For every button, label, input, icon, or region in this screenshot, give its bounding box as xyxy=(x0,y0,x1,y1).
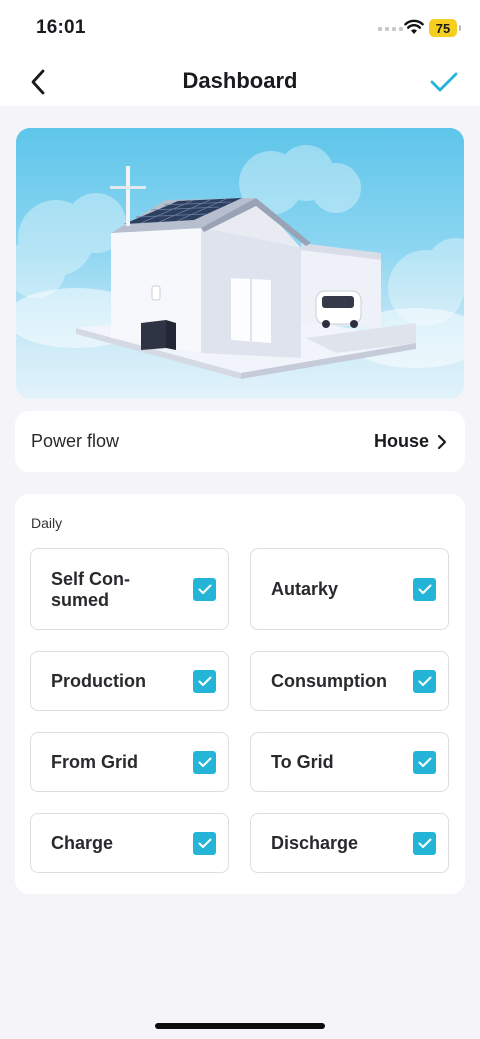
option-consumption[interactable]: Consumption xyxy=(250,651,449,711)
daily-section-label: Daily xyxy=(31,515,63,531)
option-label: Consumption xyxy=(271,671,387,691)
house-illustration xyxy=(16,128,464,399)
option-label: Charge xyxy=(51,833,114,853)
checkmark-icon xyxy=(430,72,458,92)
checkbox-checked-icon[interactable] xyxy=(193,670,216,693)
status-bar: 16:01 75 xyxy=(0,0,480,58)
checkbox-checked-icon[interactable] xyxy=(413,832,436,855)
checkbox-checked-icon[interactable] xyxy=(193,832,216,855)
option-label: Production xyxy=(51,671,146,691)
power-flow-label: Power flow xyxy=(31,431,120,451)
power-flow-value: House xyxy=(373,431,429,451)
status-time: 16:01 xyxy=(36,17,86,38)
checkbox-checked-icon[interactable] xyxy=(413,670,436,693)
option-autarky[interactable]: Autarky xyxy=(250,548,449,630)
checkbox-checked-icon[interactable] xyxy=(413,751,436,774)
confirm-button[interactable] xyxy=(428,66,460,98)
wifi-icon xyxy=(404,19,424,34)
cellular-signal-icon xyxy=(378,27,403,31)
checkbox-checked-icon[interactable] xyxy=(413,578,436,601)
option-production[interactable]: Production xyxy=(30,651,229,711)
checkbox-checked-icon[interactable] xyxy=(193,578,216,601)
option-label: From Grid xyxy=(51,752,139,772)
house-solar-illustration xyxy=(16,145,464,379)
option-from-grid[interactable]: From Grid xyxy=(30,732,229,792)
option-label: Self Con- sumed xyxy=(51,569,130,610)
page-title: Dashboard xyxy=(182,68,298,93)
checkbox-checked-icon[interactable] xyxy=(193,751,216,774)
power-flow-row[interactable]: Power flow House xyxy=(15,411,465,472)
home-indicator[interactable] xyxy=(155,1023,325,1029)
option-label: To Grid xyxy=(271,752,334,772)
option-discharge[interactable]: Discharge xyxy=(250,813,449,873)
battery-indicator: 75 xyxy=(429,19,461,37)
option-self-consumed[interactable]: Self Con- sumed xyxy=(30,548,229,630)
option-label: Discharge xyxy=(271,833,359,853)
daily-settings-card: Daily Self Con- sumed Autarky Production… xyxy=(15,494,465,894)
option-to-grid[interactable]: To Grid xyxy=(250,732,449,792)
nav-bar: Dashboard xyxy=(0,58,480,106)
chevron-right-icon xyxy=(437,434,447,450)
option-charge[interactable]: Charge xyxy=(30,813,229,873)
option-label: Autarky xyxy=(271,579,339,599)
